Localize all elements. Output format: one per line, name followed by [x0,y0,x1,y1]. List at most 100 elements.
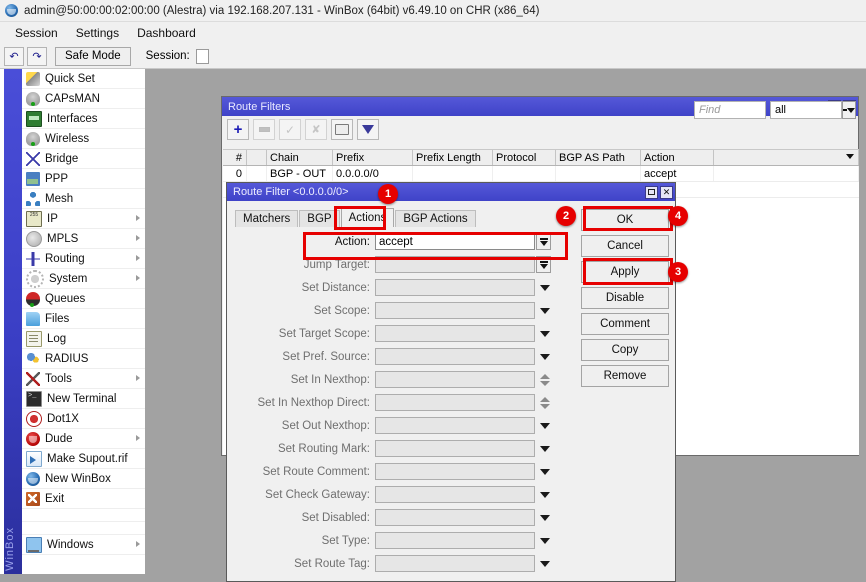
set-distance-input[interactable] [375,279,535,296]
enable-button[interactable]: ✓ [279,119,301,140]
sidebar-item-mesh[interactable]: Mesh [22,189,145,209]
filter-button[interactable] [357,119,379,140]
search-input[interactable]: Find [694,101,766,119]
col-header-as-path[interactable]: BGP AS Path [556,150,641,165]
set-route-tag-input[interactable] [375,555,535,572]
filter-select[interactable]: all [770,101,842,119]
cell-chain: BGP - OUT [267,166,333,181]
chevron-down-icon[interactable] [537,440,552,457]
route-filter-dialog-title-bar[interactable]: Route Filter <0.0.0.0/0> ✕ [227,183,675,201]
chevron-down-icon[interactable] [842,101,856,119]
sidebar-item-new-terminal[interactable]: New Terminal [22,389,145,409]
tab-matchers[interactable]: Matchers [235,210,298,227]
set-type-input[interactable] [375,532,535,549]
table-row[interactable]: 0 BGP - OUT 0.0.0.0/0 accept [223,166,859,182]
chevron-down-icon[interactable] [537,555,552,572]
set-check-gateway-input[interactable] [375,486,535,503]
sidebar-item-queues[interactable]: Queues [22,289,145,309]
set-disabled-input[interactable] [375,509,535,526]
remove-button[interactable] [253,119,275,140]
sidebar-item-ppp[interactable]: PPP [22,169,145,189]
comment-icon [335,124,349,135]
tab-bgp[interactable]: BGP [299,210,339,227]
sidebar-item-new-winbox[interactable]: New WinBox [22,469,145,489]
col-header-protocol[interactable]: Protocol [493,150,556,165]
tab-bgp-actions[interactable]: BGP Actions [395,210,475,227]
tab-actions[interactable]: Actions [341,208,395,227]
chevron-down-icon[interactable] [537,486,552,503]
sidebar-item-tools[interactable]: Tools [22,369,145,389]
chevron-down-icon[interactable] [537,532,552,549]
chevron-down-icon[interactable] [846,154,854,159]
menu-item-session[interactable]: Session [6,24,67,42]
remove-button[interactable]: Remove [581,365,669,387]
chevron-down-icon[interactable] [537,279,552,296]
chevron-down-icon[interactable] [537,302,552,319]
maximize-icon[interactable] [645,186,658,199]
session-input[interactable] [196,49,209,64]
col-header-prefix[interactable]: Prefix [333,150,413,165]
col-header-action[interactable]: Action [641,150,714,165]
jump-target-dropdown-button[interactable] [536,256,551,273]
col-header-prefix-len[interactable]: Prefix Length [413,150,493,165]
sidebar-item-system[interactable]: System [22,269,145,289]
col-header-extra[interactable] [714,150,859,165]
spinner-icon[interactable] [537,394,552,411]
redo-arrow-icon[interactable]: ↷ [27,47,47,66]
col-header-num[interactable]: # [223,150,247,165]
bridge-icon [26,152,40,166]
sidebar-item-radius[interactable]: RADIUS [22,349,145,369]
sidebar-item-log[interactable]: Log [22,329,145,349]
sidebar-item-quick-set[interactable]: Quick Set [22,69,145,89]
sidebar-item-mpls[interactable]: MPLS [22,229,145,249]
cancel-button[interactable]: Cancel [581,235,669,257]
sidebar-item-dot1x[interactable]: Dot1X [22,409,145,429]
comment-button[interactable] [331,119,353,140]
field-label-set-route-comment: Set Route Comment: [227,466,375,478]
jump-target-input[interactable] [375,256,535,273]
sidebar-item-files[interactable]: Files [22,309,145,329]
set-routing-mark-input[interactable] [375,440,535,457]
sidebar-item-interfaces[interactable]: Interfaces [22,109,145,129]
comment-button[interactable]: Comment [581,313,669,335]
sidebar-item-label: Quick Set [45,73,95,85]
copy-button[interactable]: Copy [581,339,669,361]
set-pref-source-input[interactable] [375,348,535,365]
sidebar-item-wireless[interactable]: Wireless [22,129,145,149]
set-scope-input[interactable] [375,302,535,319]
sidebar-item-make-supout[interactable]: Make Supout.rif [22,449,145,469]
sidebar-item-capsman[interactable]: CAPsMAN [22,89,145,109]
chevron-right-icon [136,541,140,547]
ok-button[interactable]: OK [581,209,669,231]
disable-button[interactable]: ✘ [305,119,327,140]
undo-arrow-icon[interactable]: ↶ [4,47,24,66]
action-dropdown-button[interactable] [536,233,551,250]
set-in-nexthop-input[interactable] [375,371,535,388]
menu-item-settings[interactable]: Settings [67,24,128,42]
set-out-nexthop-input[interactable] [375,417,535,434]
sidebar-item-exit[interactable]: Exit [22,489,145,509]
apply-button[interactable]: Apply [581,261,669,283]
chevron-down-icon[interactable] [537,348,552,365]
close-icon[interactable]: ✕ [660,186,673,199]
chevron-down-icon[interactable] [537,509,552,526]
sidebar-item-ip[interactable]: IP [22,209,145,229]
col-header-flags[interactable] [247,150,267,165]
col-header-chain[interactable]: Chain [267,150,333,165]
set-target-scope-input[interactable] [375,325,535,342]
set-in-nexthop-direct-input[interactable] [375,394,535,411]
sidebar-item-windows[interactable]: Windows [22,535,145,555]
spinner-icon[interactable] [537,371,552,388]
disable-button[interactable]: Disable [581,287,669,309]
menu-item-dashboard[interactable]: Dashboard [128,24,205,42]
sidebar-item-dude[interactable]: Dude [22,429,145,449]
chevron-down-icon[interactable] [537,325,552,342]
action-input[interactable]: accept [375,233,535,250]
sidebar-item-bridge[interactable]: Bridge [22,149,145,169]
sidebar-item-routing[interactable]: Routing [22,249,145,269]
chevron-down-icon[interactable] [537,463,552,480]
chevron-down-icon[interactable] [537,417,552,434]
safe-mode-button[interactable]: Safe Mode [55,47,131,66]
set-route-comment-input[interactable] [375,463,535,480]
add-button[interactable]: + [227,119,249,140]
